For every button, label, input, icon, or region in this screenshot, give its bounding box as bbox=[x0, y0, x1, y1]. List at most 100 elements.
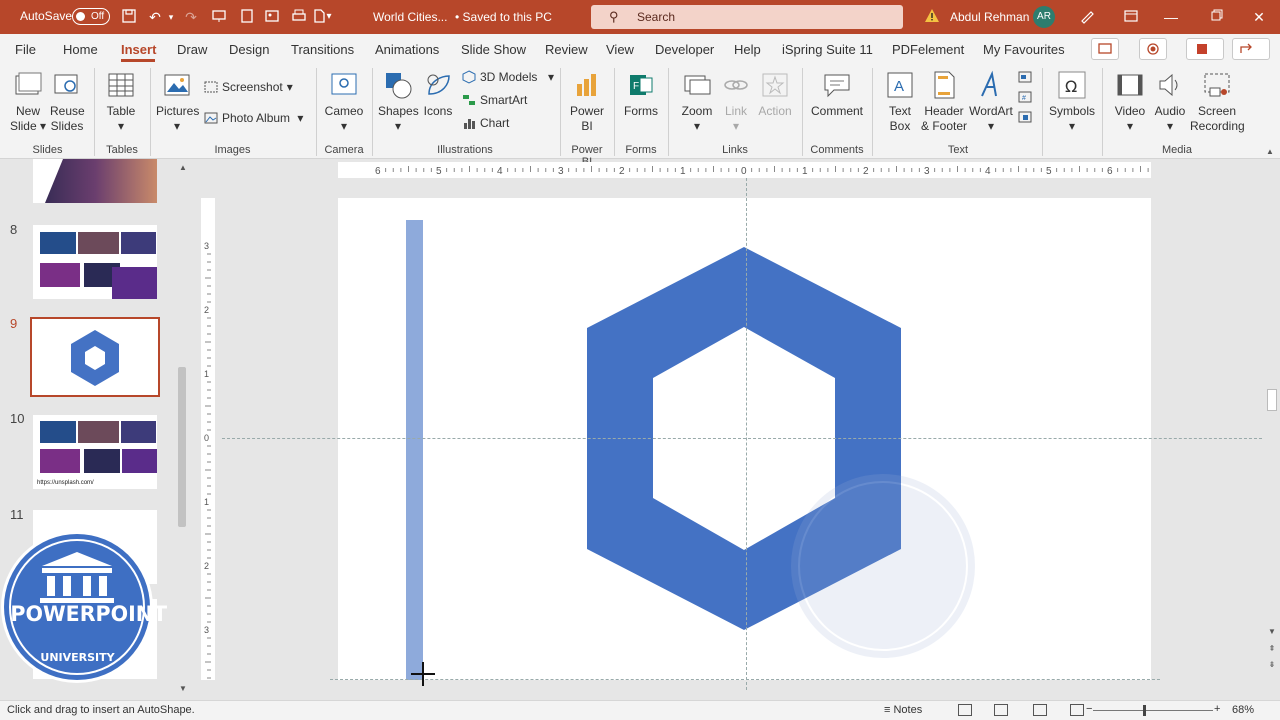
zoom-slider-knob[interactable] bbox=[1143, 705, 1146, 716]
customize-toolbar-icon[interactable]: ▾ bbox=[320, 8, 338, 26]
table-label: Table bbox=[106, 104, 136, 118]
tab-home[interactable]: Home bbox=[63, 42, 98, 57]
comment-button[interactable]: Comment bbox=[808, 70, 866, 119]
scroll-thumb[interactable] bbox=[1267, 389, 1277, 411]
previous-slide-icon[interactable]: ⇞ bbox=[1266, 643, 1278, 655]
tab-developer[interactable]: Developer bbox=[655, 42, 714, 57]
zoom-button[interactable]: Zoom ▾ bbox=[676, 70, 718, 134]
undo-icon[interactable]: ↶ bbox=[146, 8, 164, 26]
scroll-down-icon[interactable]: ▼ bbox=[177, 683, 189, 695]
new-slide-button[interactable]: New Slide ▾ bbox=[8, 70, 48, 134]
scroll-up-icon[interactable]: ▲ bbox=[177, 162, 189, 174]
table-button[interactable]: Table ▾ bbox=[102, 70, 140, 134]
date-time-icon[interactable] bbox=[1018, 70, 1032, 84]
user-name[interactable]: Abdul Rehman bbox=[950, 10, 1029, 24]
slide-number-icon[interactable]: # bbox=[1018, 90, 1032, 104]
redo-icon[interactable]: ↷ bbox=[182, 8, 200, 26]
record-button[interactable] bbox=[1139, 38, 1167, 60]
audio-button[interactable]: Audio ▾ bbox=[1150, 70, 1190, 134]
document-name[interactable]: World Cities... bbox=[373, 10, 447, 24]
slide-sorter-icon[interactable] bbox=[994, 704, 1008, 716]
icons-button[interactable]: Icons bbox=[421, 70, 455, 119]
autosave-toggle[interactable]: Off bbox=[72, 8, 110, 25]
zoom-level[interactable]: 68% bbox=[1232, 704, 1254, 716]
forms-button[interactable]: F Forms bbox=[620, 70, 662, 119]
scroll-thumb[interactable] bbox=[178, 367, 186, 527]
power-bi-button[interactable]: Power BI bbox=[566, 70, 608, 134]
tab-file[interactable]: File bbox=[15, 42, 36, 57]
new-file-icon[interactable] bbox=[238, 8, 256, 26]
slide-canvas[interactable] bbox=[338, 198, 1151, 680]
normal-view-icon[interactable] bbox=[958, 704, 972, 716]
search-box[interactable]: ⚲ Search bbox=[591, 5, 903, 29]
close-icon[interactable]: ✕ bbox=[1250, 8, 1268, 26]
vertical-guide[interactable] bbox=[746, 178, 747, 690]
tab-help[interactable]: Help bbox=[734, 42, 761, 57]
shapes-button[interactable]: Shapes ▾ bbox=[378, 70, 419, 134]
present-icon[interactable] bbox=[210, 8, 228, 26]
tab-ispring[interactable]: iSpring Suite 11 bbox=[782, 42, 873, 57]
chevron-down-icon[interactable]: ▾ bbox=[166, 8, 176, 26]
header-footer-button[interactable]: Header & Footer bbox=[920, 70, 968, 134]
notes-button[interactable]: ≡ Notes bbox=[884, 704, 922, 716]
slide-thumbnail-9[interactable] bbox=[30, 317, 160, 397]
reuse-slides-button[interactable]: Reuse Slides bbox=[50, 70, 85, 134]
object-icon[interactable] bbox=[1018, 110, 1032, 124]
tab-slide-show[interactable]: Slide Show bbox=[461, 42, 526, 57]
tab-view[interactable]: View bbox=[606, 42, 634, 57]
slide-thumbnail-10[interactable]: https://unsplash.com/ bbox=[33, 415, 157, 489]
scroll-down-icon[interactable]: ▼ bbox=[1266, 626, 1278, 638]
pen-icon[interactable] bbox=[1078, 8, 1096, 26]
maximize-icon[interactable] bbox=[1208, 8, 1226, 26]
photo-album-button[interactable]: Photo Album ▾ bbox=[204, 111, 303, 125]
zoom-out-icon[interactable]: − bbox=[1086, 703, 1092, 715]
save-icon[interactable] bbox=[120, 8, 138, 26]
horizontal-guide[interactable] bbox=[222, 438, 1267, 439]
3d-models-button[interactable]: 3D Models ▾ bbox=[462, 70, 554, 84]
tab-transitions[interactable]: Transitions bbox=[291, 42, 354, 57]
tab-my-favourites[interactable]: My Favourites bbox=[983, 42, 1065, 57]
picture-icon[interactable] bbox=[263, 8, 281, 26]
save-status[interactable]: • Saved to this PC bbox=[455, 10, 552, 24]
next-slide-icon[interactable]: ⇟ bbox=[1266, 659, 1278, 671]
comments-button[interactable] bbox=[1091, 38, 1119, 60]
video-button[interactable]: Video ▾ bbox=[1110, 70, 1150, 134]
tab-insert[interactable]: Insert bbox=[121, 42, 156, 57]
present-teams-button[interactable] bbox=[1186, 38, 1224, 60]
new-slide-label-2: Slide bbox=[9, 119, 37, 133]
chart-button[interactable]: Chart bbox=[462, 116, 509, 130]
smartart-button[interactable]: SmartArt bbox=[462, 93, 527, 107]
zoom-in-icon[interactable]: + bbox=[1214, 703, 1220, 715]
avatar[interactable]: AR bbox=[1033, 6, 1055, 28]
slide-show-icon[interactable] bbox=[1070, 704, 1084, 716]
ribbon-display-icon[interactable] bbox=[1122, 8, 1140, 26]
tab-animations[interactable]: Animations bbox=[375, 42, 439, 57]
minimize-icon[interactable]: — bbox=[1162, 8, 1180, 26]
link-button[interactable]: Link ▾ bbox=[720, 70, 752, 134]
status-bar: Click and drag to insert an AutoShape. ≡… bbox=[0, 700, 1280, 720]
header-footer-icon bbox=[934, 71, 955, 99]
cameo-button[interactable]: Cameo ▾ bbox=[322, 70, 366, 134]
slide-thumbnail-8[interactable] bbox=[33, 225, 157, 299]
text-box-button[interactable]: A Text Box bbox=[880, 70, 920, 134]
reading-view-icon[interactable] bbox=[1033, 704, 1047, 716]
tab-review[interactable]: Review bbox=[545, 42, 588, 57]
thumbnail-scrollbar[interactable]: ▲ ▼ bbox=[176, 159, 190, 700]
wordart-button[interactable]: WordArt ▾ bbox=[968, 70, 1014, 134]
print-icon[interactable] bbox=[290, 8, 308, 26]
collapse-ribbon-icon[interactable]: ▲ bbox=[1264, 146, 1276, 158]
tab-pdfelement[interactable]: PDFelement bbox=[892, 42, 964, 57]
pictures-button[interactable]: Pictures ▾ bbox=[156, 70, 199, 134]
screen-recording-button[interactable]: Screen Recording bbox=[1190, 70, 1245, 134]
share-button[interactable] bbox=[1232, 38, 1270, 60]
action-button[interactable]: Action bbox=[756, 70, 794, 119]
symbols-button[interactable]: Ω Symbols ▾ bbox=[1048, 70, 1096, 134]
slide-thumbnail-7[interactable] bbox=[33, 159, 157, 203]
zoom-slider[interactable] bbox=[1093, 710, 1213, 711]
warning-icon[interactable] bbox=[924, 8, 940, 24]
screenshot-button[interactable]: Screenshot ▾ bbox=[204, 80, 293, 94]
tab-design[interactable]: Design bbox=[229, 42, 269, 57]
tab-draw[interactable]: Draw bbox=[177, 42, 207, 57]
ruler-label: 2 bbox=[204, 561, 209, 571]
canvas-scrollbar[interactable]: ▼ ⇞ ⇟ bbox=[1264, 159, 1280, 700]
